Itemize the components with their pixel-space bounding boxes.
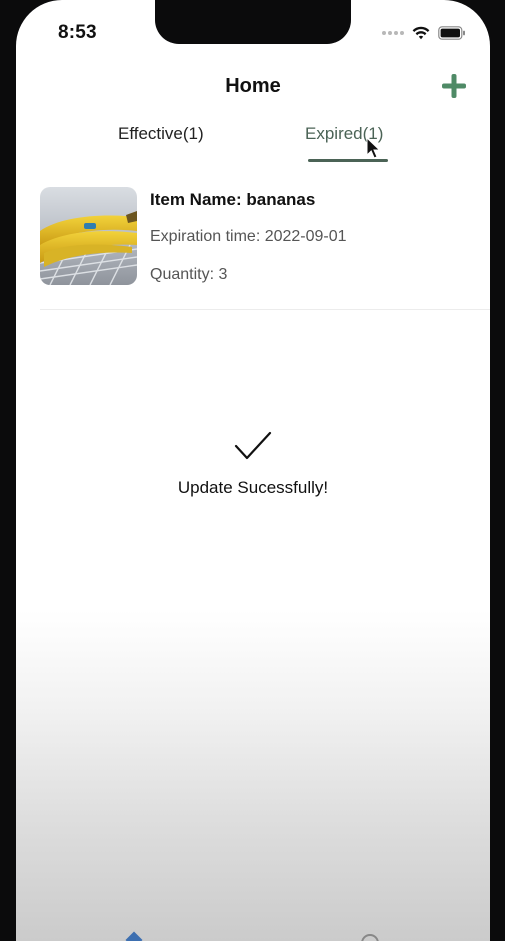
cellular-signal-icon — [382, 31, 404, 35]
list-item[interactable]: Item Name: bananas Expiration time: 2022… — [40, 186, 490, 290]
home-tab-icon[interactable] — [125, 931, 143, 941]
item-quantity: Quantity: 3 — [150, 266, 228, 283]
page-title: Home — [225, 75, 281, 97]
app-screen: 8:53 Home Effective(1) Expired(1) Item N… — [16, 0, 490, 941]
plus-icon — [442, 74, 466, 98]
tab-bar-top: Effective(1) Expired(1) — [16, 124, 490, 168]
wifi-icon — [412, 26, 430, 40]
toast-message: Update Sucessfully! — [177, 478, 329, 497]
profile-tab-icon[interactable] — [361, 934, 379, 941]
status-icons — [382, 24, 466, 42]
status-time: 8:53 — [58, 22, 97, 43]
checkmark-icon — [234, 431, 272, 460]
battery-icon — [438, 26, 465, 40]
bananas-photo — [40, 187, 137, 285]
device-frame: 8:53 Home Effective(1) Expired(1) Item N… — [0, 0, 505, 941]
device-notch — [155, 0, 351, 44]
item-expiration: Expiration time: 2022-09-01 — [150, 228, 347, 245]
list-divider — [40, 309, 490, 310]
mouse-cursor-icon — [366, 137, 381, 159]
item-name: Item Name: bananas — [150, 190, 316, 209]
add-item-button[interactable] — [440, 72, 468, 100]
tab-effective[interactable]: Effective(1) — [118, 124, 204, 144]
